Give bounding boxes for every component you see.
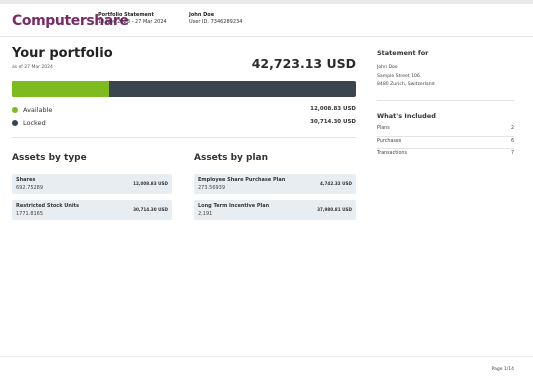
asset-value: 12,008.83 USD xyxy=(133,181,168,186)
included-divider xyxy=(377,148,514,149)
section-divider xyxy=(12,137,356,138)
portfolio-total: 42,723.13 USD xyxy=(251,56,356,71)
available-dot-icon xyxy=(12,107,18,113)
holder-name: John Doe xyxy=(189,12,215,18)
statement-title: Portfolio Statement xyxy=(98,12,154,18)
included-count: 6 xyxy=(510,139,514,144)
included-row-transactions: Transactions 7 xyxy=(377,150,514,160)
sidebar-divider xyxy=(377,100,514,101)
statement-period: 10 Nov 2023 - 27 Mar 2024 xyxy=(98,19,167,25)
plan-quantity: 273.56939 xyxy=(198,185,226,191)
included-label: Plans xyxy=(377,126,390,131)
assets-by-type-title: Assets by type xyxy=(12,153,87,163)
available-bar-fill xyxy=(12,81,109,97)
plan-card-ltip[interactable]: Long Term Incentive Plan 2,191 37,980.81… xyxy=(194,200,356,220)
address-line: John Doe xyxy=(377,65,398,70)
legend-locked-value: 30,714.30 USD xyxy=(310,119,356,125)
whats-included-title: What's Included xyxy=(377,112,436,120)
included-row-purchases: Purchases 6 xyxy=(377,138,514,148)
asset-quantity: 692.75289 xyxy=(16,185,44,191)
portfolio-balance-bar xyxy=(12,81,356,97)
holder-id: User ID: 7346289234 xyxy=(189,19,243,25)
plan-card-espp[interactable]: Employee Share Purchase Plan 273.56939 4… xyxy=(194,174,356,194)
plan-value: 37,980.81 USD xyxy=(317,207,352,212)
page-title: Your portfolio xyxy=(12,46,113,61)
legend-available-value: 12,008.83 USD xyxy=(310,106,356,112)
as-of-date: as of 27 Mar 2024 xyxy=(12,65,53,70)
plan-name: Long Term Incentive Plan xyxy=(198,203,270,209)
statement-info: Portfolio Statement 10 Nov 2023 - 27 Mar… xyxy=(98,12,167,26)
address-line: 8480 Zurich, Switzerland xyxy=(377,82,435,87)
asset-card-shares[interactable]: Shares 692.75289 12,008.83 USD xyxy=(12,174,172,194)
legend-available: Available 12,008.83 USD xyxy=(12,105,356,116)
header-divider xyxy=(0,36,533,37)
included-count: 2 xyxy=(510,126,514,131)
included-count: 7 xyxy=(510,151,514,156)
included-divider xyxy=(377,136,514,137)
legend-locked-label: Locked xyxy=(23,119,46,127)
legend-available-label: Available xyxy=(23,106,53,114)
asset-quantity: 1771.8165 xyxy=(16,211,44,217)
footer-divider xyxy=(0,356,533,357)
page-number: Page 1/14 xyxy=(491,367,514,372)
plan-name: Employee Share Purchase Plan xyxy=(198,177,286,183)
locked-dot-icon xyxy=(12,120,18,126)
legend-locked: Locked 30,714.30 USD xyxy=(12,118,356,129)
assets-by-plan-title: Assets by plan xyxy=(194,153,269,163)
address-line: Sample Street 106 xyxy=(377,73,420,79)
asset-card-rsu[interactable]: Restricted Stock Units 1771.8165 30,714.… xyxy=(12,200,172,220)
statement-for-title: Statement for xyxy=(377,49,429,57)
plan-quantity: 2,191 xyxy=(198,211,213,217)
included-row-plans: Plans 2 xyxy=(377,125,514,135)
plan-value: 4,742.32 USD xyxy=(319,181,352,186)
included-label: Transactions xyxy=(377,151,407,156)
recipient-address: John Doe Sample Street 106 8480 Zurich, … xyxy=(377,64,435,90)
asset-value: 30,714.30 USD xyxy=(133,207,168,212)
top-strip xyxy=(0,0,533,4)
asset-name: Restricted Stock Units xyxy=(16,203,80,209)
asset-name: Shares xyxy=(16,177,36,183)
included-label: Purchases xyxy=(377,139,402,144)
holder-info: John Doe User ID: 7346289234 xyxy=(189,12,242,26)
